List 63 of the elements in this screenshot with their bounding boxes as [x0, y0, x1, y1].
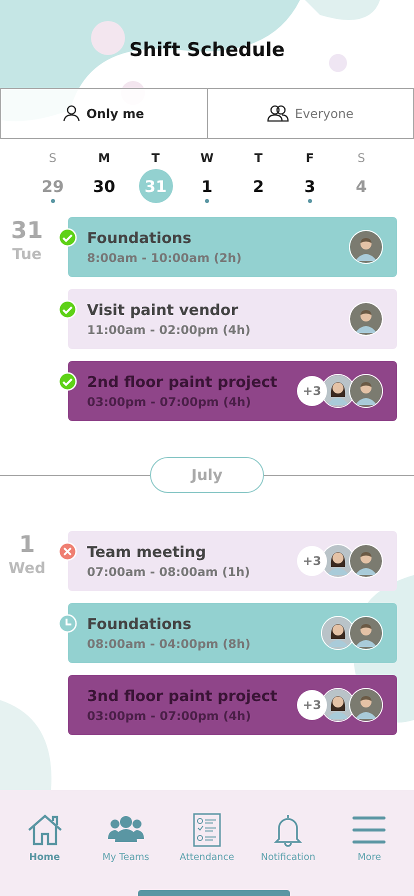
check-icon	[58, 372, 77, 391]
shift-card[interactable]: Team meeting 07:00am - 08:00am (1h) +3	[68, 531, 397, 591]
shift-title: Foundations	[87, 615, 192, 633]
weekday-label: T	[253, 151, 264, 165]
shift-title: Visit paint vendor	[87, 301, 240, 319]
person-icon	[63, 105, 80, 122]
more-count: +3	[297, 546, 327, 576]
date-button[interactable]: 1	[190, 169, 224, 203]
more-count: +3	[297, 376, 327, 406]
shift-time: 07:00am - 08:00am (1h)	[87, 565, 250, 579]
shift-time: 11:00am - 02:00pm (4h)	[87, 323, 250, 337]
avatar-icon	[349, 544, 383, 578]
shift-time: 8:00am - 10:00am (2h)	[87, 251, 242, 265]
weekday-label: W	[199, 151, 215, 165]
check-icon	[58, 300, 77, 319]
nav-item[interactable]: Home	[6, 812, 84, 890]
day-name: Wed	[8, 559, 46, 577]
weekday-label: F	[304, 151, 315, 165]
nav-item[interactable]: More	[330, 812, 408, 890]
nav-item[interactable]: Attendance	[168, 812, 246, 890]
shift-title: 2nd floor paint project	[87, 373, 278, 391]
home-icon	[26, 812, 64, 848]
weekday-label: S	[48, 151, 58, 165]
shift-card[interactable]: Visit paint vendor 11:00am - 02:00pm (4h)	[68, 289, 397, 349]
avatar-icon	[349, 374, 383, 408]
shift-time: 03:00pm - 07:00pm (4h)	[87, 395, 252, 409]
date-button[interactable]: 30	[87, 169, 122, 203]
screen-title: Shift Schedule	[129, 38, 285, 62]
close-icon	[58, 542, 77, 561]
avatar-icon	[349, 688, 383, 722]
date-button[interactable]: 3	[292, 169, 327, 203]
shift-title: 3nd floor paint project	[87, 687, 278, 705]
weekday-label: S	[356, 151, 366, 165]
decor-circle	[91, 21, 125, 55]
day-number: 1	[18, 531, 35, 559]
shift-time: 03:00pm - 07:00pm (4h)	[87, 709, 252, 723]
month-label: July	[150, 457, 264, 493]
shift-time: 08:00am - 04:00pm (8h)	[87, 637, 250, 651]
people-icon	[266, 105, 289, 122]
check-icon	[58, 228, 77, 247]
decor-circle	[329, 54, 347, 72]
weekday-label: T	[150, 151, 161, 165]
avatar-icon	[349, 616, 383, 650]
nav-item[interactable]: My Teams	[86, 812, 165, 890]
more-count: +3	[297, 690, 327, 720]
avatar-icon	[349, 302, 383, 336]
avatar-icon	[349, 230, 383, 264]
day-number: 31	[10, 217, 43, 245]
date-button[interactable]: 29	[36, 169, 70, 203]
filter-tab[interactable]: Only me	[1, 89, 206, 138]
shift-card[interactable]: Foundations 08:00am - 04:00pm (8h)	[68, 603, 397, 663]
shift-title: Foundations	[87, 229, 192, 247]
shift-card[interactable]: Foundations 8:00am - 10:00am (2h)	[68, 217, 397, 277]
weekday-label: M	[97, 151, 112, 165]
shift-card[interactable]: 3nd floor paint project 03:00pm - 07:00pm (4h) +3	[68, 675, 397, 735]
date-button[interactable]: 2	[241, 169, 276, 203]
shift-title: Team meeting	[87, 543, 208, 561]
nav-item[interactable]: Notification	[249, 812, 328, 890]
clock-icon	[58, 614, 77, 633]
filter-tab[interactable]: Everyone	[206, 89, 413, 138]
date-button[interactable]: 4	[344, 169, 378, 203]
shift-card[interactable]: 2nd floor paint project 03:00pm - 07:00pm (4h) +3	[68, 361, 397, 421]
day-name: Tue	[12, 245, 42, 263]
